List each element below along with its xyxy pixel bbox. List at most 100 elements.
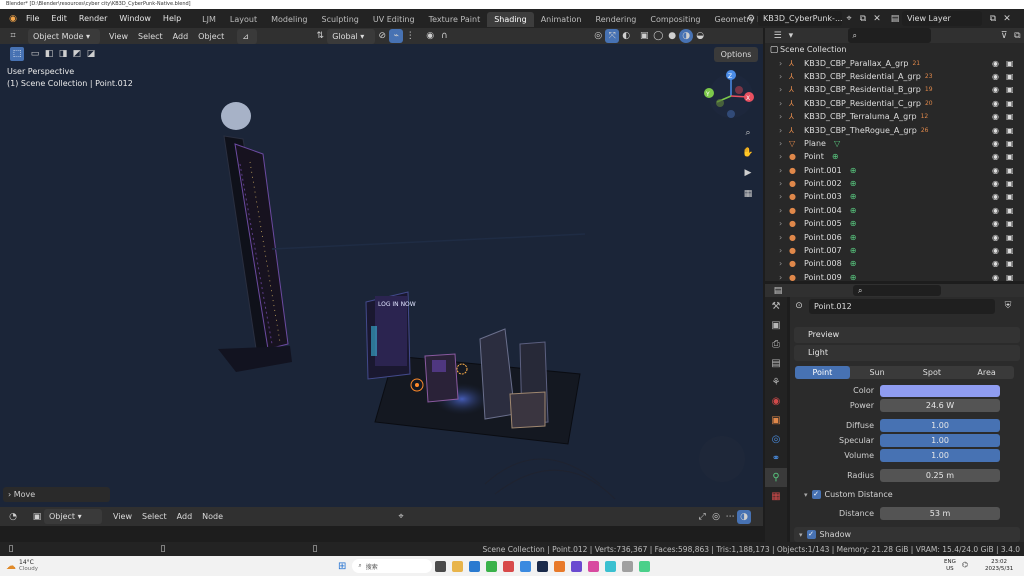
light-type-area[interactable]: Area — [959, 366, 1014, 379]
last-operator-panel[interactable]: › Move — [3, 487, 110, 502]
render-camera-icon[interactable]: ▣ — [1006, 219, 1014, 228]
expand-arrow-icon[interactable]: › — [779, 126, 789, 135]
ortho-grid-icon[interactable]: ▦ — [741, 187, 755, 201]
render-camera-icon[interactable]: ▣ — [1006, 59, 1014, 68]
properties-type-icon[interactable]: ▤ — [771, 284, 785, 298]
diffuse-field[interactable]: 1.00 — [880, 419, 1000, 432]
tab-sculpting[interactable]: Sculpting — [314, 12, 365, 27]
render-camera-icon[interactable]: ▣ — [1006, 72, 1014, 81]
render-camera-icon[interactable]: ▣ — [1006, 99, 1014, 108]
filter-icon[interactable]: ⊽ — [997, 29, 1010, 43]
view-layer-selector[interactable]: View Layer — [902, 11, 982, 26]
menu-window[interactable]: Window — [113, 9, 157, 28]
node-menu-select[interactable]: Select — [137, 509, 172, 524]
scene-tab-icon[interactable]: ⚘ — [765, 373, 787, 392]
render-camera-icon[interactable]: ▣ — [1006, 273, 1014, 281]
tab-uv-editing[interactable]: UV Editing — [366, 12, 422, 27]
node-tool-icon[interactable]: ⋯ — [723, 510, 737, 524]
render-camera-icon[interactable]: ▣ — [1006, 139, 1014, 148]
outliner-item[interactable]: › ▽ Plane ▽ ◉ ▣ — [765, 137, 1024, 150]
visibility-icon[interactable]: ◎ — [591, 29, 605, 43]
render-camera-icon[interactable]: ▣ — [1006, 233, 1014, 242]
visibility-eye-icon[interactable]: ◉ — [992, 273, 999, 281]
zoom-icon[interactable]: ⌕ — [741, 126, 755, 140]
physics-tab-icon[interactable]: ◎ — [765, 430, 787, 449]
node-editor-area[interactable] — [0, 526, 763, 542]
select-box-tool-icon[interactable]: ⬚ — [10, 47, 24, 61]
chrome-icon[interactable] — [503, 560, 515, 572]
expand-arrow-icon[interactable]: › — [779, 259, 789, 268]
expand-arrow-icon[interactable]: › — [779, 246, 789, 255]
tab-modeling[interactable]: Modeling — [264, 12, 314, 27]
mode-selector[interactable]: Object Mode ▾ — [28, 28, 100, 44]
file-explorer-icon[interactable] — [452, 560, 464, 572]
expand-arrow-icon[interactable]: › — [779, 206, 789, 215]
expand-arrow-icon[interactable]: › — [779, 85, 789, 94]
render-tab-icon[interactable]: ▣ — [765, 316, 787, 335]
volume-field[interactable]: 1.00 — [880, 449, 1000, 462]
outliner-item[interactable]: › ● Point ⊕ ◉ ▣ — [765, 150, 1024, 163]
light-type-sun[interactable]: Sun — [850, 366, 905, 379]
world-tab-icon[interactable]: ◉ — [765, 392, 787, 411]
outliner-type-icon[interactable]: ☰ — [771, 29, 784, 43]
app-icon-2[interactable] — [588, 560, 600, 572]
proportional-edit-icon[interactable]: ◉ — [423, 29, 437, 43]
visibility-eye-icon[interactable]: ◉ — [992, 219, 999, 228]
expand-arrow-icon[interactable]: › — [779, 273, 789, 281]
visibility-eye-icon[interactable]: ◉ — [992, 112, 999, 121]
visibility-eye-icon[interactable]: ◉ — [992, 126, 999, 135]
expand-arrow-icon[interactable]: › — [779, 112, 789, 121]
outliner-item[interactable]: › ⅄ KB3D_CBP_Residential_C_grp 20 ◉ ▣ — [765, 97, 1024, 110]
select-new-icon[interactable]: ▭ — [28, 47, 42, 61]
qq-icon[interactable] — [520, 560, 532, 572]
expand-arrow-icon[interactable]: › — [779, 179, 789, 188]
render-camera-icon[interactable]: ▣ — [1006, 166, 1014, 175]
viewport-menu-view[interactable]: View — [104, 29, 133, 44]
render-camera-icon[interactable]: ▣ — [1006, 192, 1014, 201]
scene-selector[interactable]: KB3D_CyberPunk-... — [758, 11, 842, 26]
tab-animation[interactable]: Animation — [534, 12, 589, 27]
render-camera-icon[interactable]: ▣ — [1006, 246, 1014, 255]
node-overlay-icon[interactable]: ◎ — [709, 510, 723, 524]
weather-widget[interactable]: 14°C Cloudy — [19, 559, 38, 573]
visibility-eye-icon[interactable]: ◉ — [992, 206, 999, 215]
view-layer-tab-icon[interactable]: ▤ — [765, 354, 787, 373]
light-data-tab-icon[interactable]: ⚲ — [765, 468, 787, 487]
select-invert-icon[interactable]: ◩ — [70, 47, 84, 61]
outliner-search-input[interactable]: ⌕ — [847, 28, 932, 43]
expand-arrow-icon[interactable]: › — [779, 99, 789, 108]
node-editor-type-icon[interactable]: ◔ — [6, 510, 20, 524]
snap-target-icon[interactable]: ⋮ — [403, 29, 417, 43]
render-camera-icon[interactable]: ▣ — [1006, 259, 1014, 268]
node-menu-node[interactable]: Node — [197, 509, 228, 524]
shadow-panel[interactable]: ▾ ✓ Shadow — [794, 527, 1020, 542]
properties-search-input[interactable]: ⌕ — [853, 285, 941, 296]
shading-wireframe-icon[interactable]: ◯ — [651, 29, 665, 43]
shadow-checkbox[interactable]: ✓ — [806, 530, 816, 539]
scene-icon[interactable]: ⚙ — [744, 12, 758, 26]
select-intersect-icon[interactable]: ◪ — [84, 47, 98, 61]
outliner-item[interactable]: › ● Point.002 ⊕ ◉ ▣ — [765, 177, 1024, 190]
light-type-point[interactable]: Point — [795, 366, 850, 379]
select-extend-icon[interactable]: ◧ — [42, 47, 56, 61]
transform-orientation-icon[interactable]: ⇅ — [313, 29, 327, 43]
specular-field[interactable]: 1.00 — [880, 434, 1000, 447]
app-icon-1[interactable] — [571, 560, 583, 572]
color-swatch[interactable] — [880, 384, 1000, 397]
tab-layout[interactable]: Layout — [223, 12, 264, 27]
custom-distance-row[interactable]: ▾ ✓ Custom Distance — [790, 487, 1024, 502]
viewport-menu-add[interactable]: Add — [168, 29, 194, 44]
outliner-item[interactable]: › ● Point.005 ⊕ ◉ ▣ — [765, 217, 1024, 230]
render-camera-icon[interactable]: ▣ — [1006, 152, 1014, 161]
gizmo-toggle-icon[interactable]: ⤧ — [605, 29, 620, 43]
view-layer-icon[interactable]: ▤ — [888, 12, 902, 26]
outliner-item[interactable]: › ⅄ KB3D_CBP_Terraluma_A_grp 12 ◉ ▣ — [765, 110, 1024, 123]
edge-icon[interactable] — [469, 560, 481, 572]
object-tab-icon[interactable]: ▣ — [765, 411, 787, 430]
overlay-icon[interactable]: ◐ — [619, 29, 633, 43]
weather-icon[interactable]: ☁ — [6, 561, 16, 572]
node-menu-add[interactable]: Add — [172, 509, 198, 524]
viewport-menu-select[interactable]: Select — [133, 29, 168, 44]
expand-arrow-icon[interactable]: › — [779, 192, 789, 201]
delete-scene-icon[interactable]: ✕ — [870, 12, 884, 26]
